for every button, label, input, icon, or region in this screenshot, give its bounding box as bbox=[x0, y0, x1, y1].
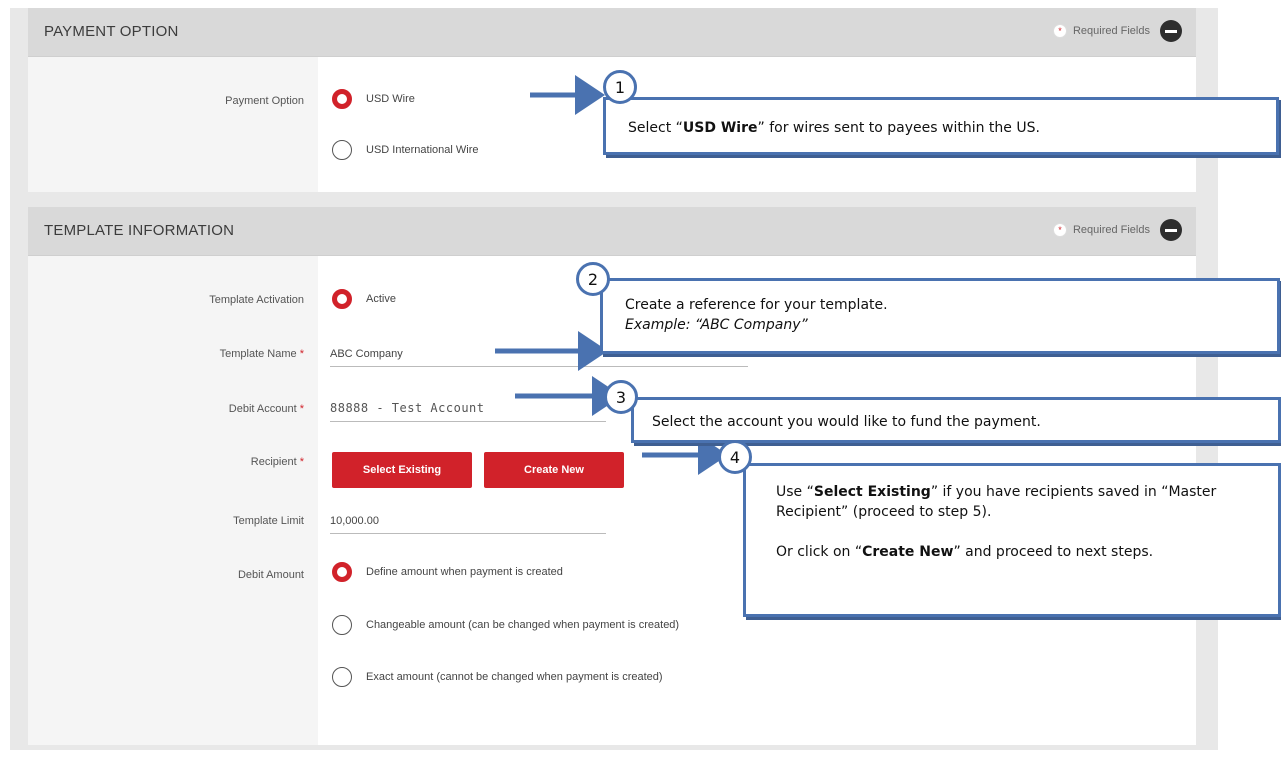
step-3-badge: 3 bbox=[604, 380, 638, 414]
step-4-badge: 4 bbox=[718, 440, 752, 474]
callout-3: Select the account you would like to fun… bbox=[631, 397, 1281, 443]
step-2-badge: 2 bbox=[576, 262, 610, 296]
callout-4: Use “Select Existing” if you have recipi… bbox=[743, 463, 1281, 617]
callout-1: Select “USD Wire” for wires sent to paye… bbox=[603, 97, 1279, 155]
step-1-badge: 1 bbox=[603, 70, 637, 104]
callout-2: Create a reference for your template. Ex… bbox=[600, 278, 1280, 354]
